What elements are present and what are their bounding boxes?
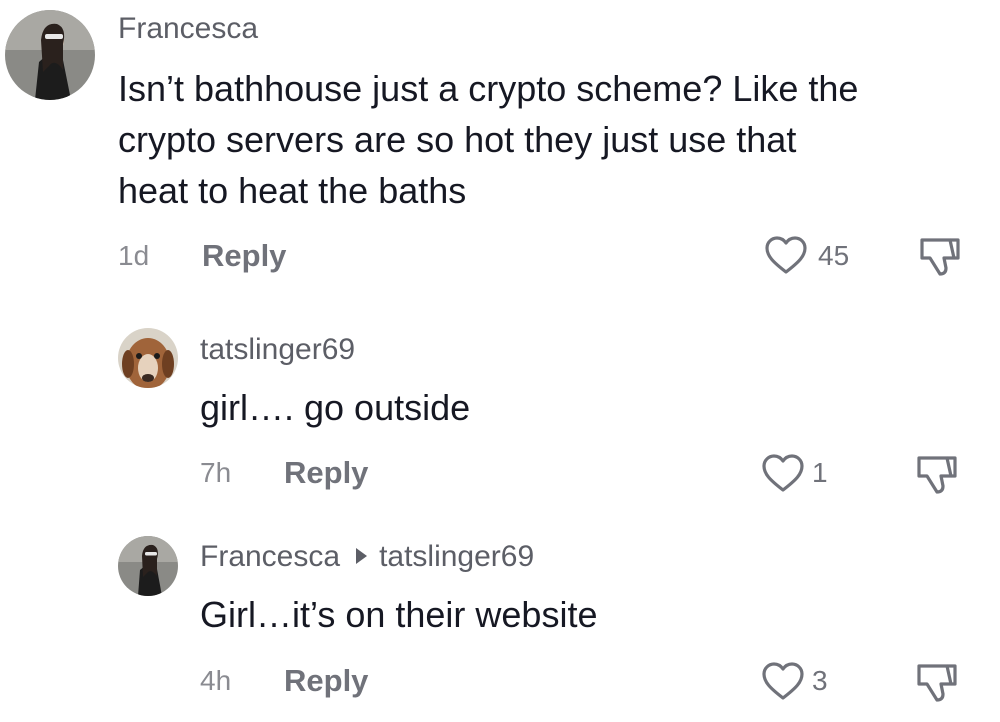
heart-outline-icon: [762, 454, 804, 492]
comment-username[interactable]: tatslinger69: [200, 333, 355, 367]
comment-text: Isn’t bathhouse just a crypto scheme? Li…: [118, 68, 859, 211]
like-count: 1: [812, 457, 828, 488]
triangle-right-icon: [356, 548, 368, 564]
reply-button[interactable]: Reply: [202, 238, 286, 274]
like-count: 45: [818, 240, 850, 271]
like-button[interactable]: [763, 234, 809, 276]
dislike-button[interactable]: [913, 660, 959, 706]
thumbs-down-outline-icon: [920, 238, 960, 276]
reply-button[interactable]: Reply: [284, 455, 368, 491]
thumbs-down-outline-icon: [917, 456, 957, 494]
comment-time: 7h: [200, 457, 232, 488]
comment-text: girl…. go outside: [200, 387, 471, 428]
dislike-button[interactable]: [913, 452, 959, 498]
avatar[interactable]: [118, 536, 178, 596]
reply-comment: tatslinger69 girl…. go outside 7h Reply …: [0, 300, 1000, 510]
avatar-image: [118, 328, 178, 388]
reply-to-username[interactable]: tatslinger69: [379, 540, 534, 573]
avatar[interactable]: [118, 328, 178, 388]
reply-comment: Francesca tatslinger69 Girl…it’s on their…: [0, 510, 1000, 722]
comment-text: Girl…it’s on their website: [200, 594, 598, 635]
avatar-image: [118, 536, 178, 596]
avatar[interactable]: [5, 10, 95, 100]
heart-outline-icon: [765, 236, 807, 274]
comment-username[interactable]: Francesca: [118, 12, 258, 46]
like-button[interactable]: [760, 452, 806, 494]
comment: Francesca Isn’t bathhouse just a crypto …: [0, 0, 1000, 300]
comment-time: 4h: [200, 665, 232, 696]
avatar-image: [5, 10, 95, 100]
heart-outline-icon: [762, 662, 804, 700]
thumbs-down-outline-icon: [917, 664, 957, 702]
comment-username[interactable]: Francesca: [200, 540, 340, 573]
like-button[interactable]: [760, 660, 806, 702]
like-count: 3: [812, 665, 828, 696]
comment-username-row: Francesca tatslinger69: [200, 540, 534, 574]
comment-time: 1d: [118, 240, 150, 271]
dislike-button[interactable]: [916, 234, 962, 280]
reply-button[interactable]: Reply: [284, 663, 368, 699]
